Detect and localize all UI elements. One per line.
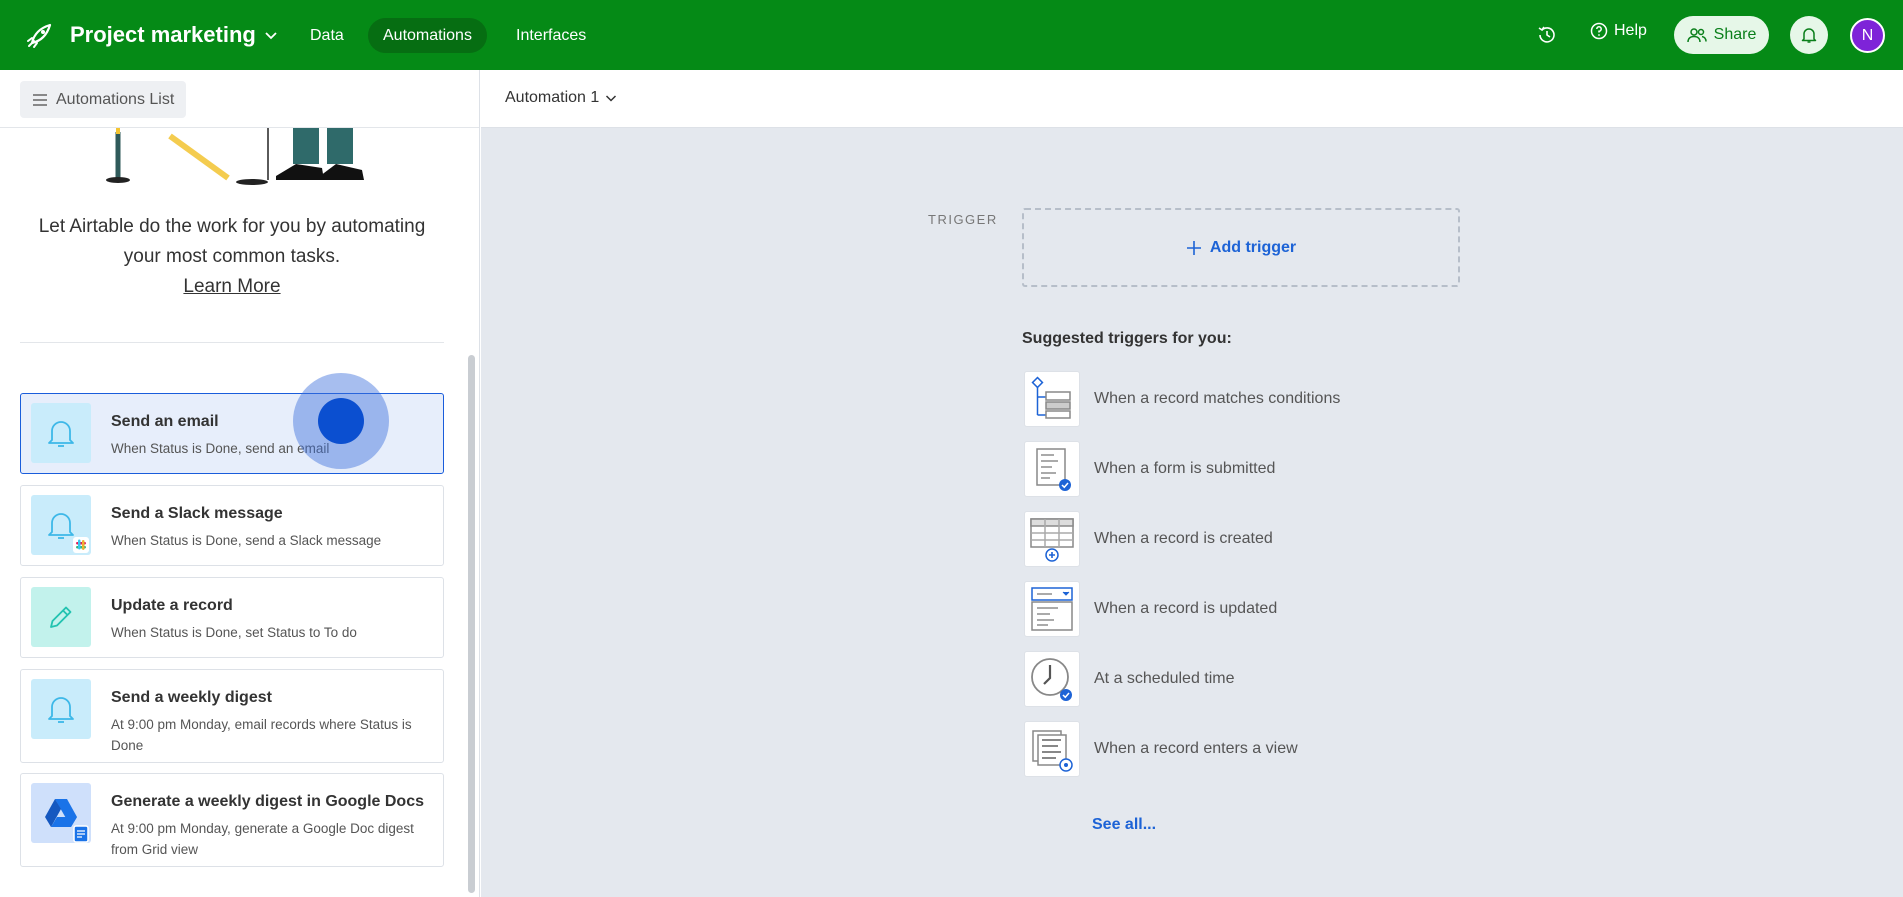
tab-interfaces[interactable]: Interfaces <box>501 18 601 53</box>
bell-icon <box>31 403 91 463</box>
hamburger-menu-icon <box>33 93 47 106</box>
see-all-link[interactable]: See all... <box>1092 816 1156 834</box>
conditions-icon <box>1024 371 1080 427</box>
card-desc: When Status is Done, send a Slack messag… <box>111 533 382 548</box>
card-desc: At 9:00 pm Monday, generate a Google Doc… <box>111 821 414 857</box>
card-title: Send a Slack message <box>111 505 283 522</box>
trigger-label: TRIGGER <box>928 212 998 227</box>
suggestion-scheduled-time[interactable]: At a scheduled time <box>1024 651 1424 707</box>
card-title: Send a weekly digest <box>111 689 272 706</box>
base-name-button[interactable]: Project marketing <box>70 22 278 48</box>
top-bar: Project marketing Data Automations Inter… <box>0 0 1903 70</box>
help-label: Help <box>1614 22 1647 39</box>
suggestion-label: When a record matches conditions <box>1094 390 1341 407</box>
suggestion-record-enters-view[interactable]: When a record enters a view <box>1024 721 1424 777</box>
card-desc: When Status is Done, send an email <box>111 441 330 456</box>
avatar[interactable]: N <box>1850 18 1885 53</box>
tab-data[interactable]: Data <box>295 18 359 53</box>
suggestion-form-submitted[interactable]: When a form is submitted <box>1024 441 1424 497</box>
chevron-down-icon <box>265 32 277 40</box>
template-card-send-email[interactable]: Send an email When Status is Done, send … <box>20 393 444 474</box>
template-card-update-record[interactable]: Update a record When Status is Done, set… <box>20 577 444 658</box>
sidebar-divider <box>20 342 444 343</box>
sidebar-scrollbar[interactable] <box>468 355 475 893</box>
automation-name-label: Automation 1 <box>505 89 600 106</box>
automation-illustration-icon <box>106 128 364 185</box>
sidebar-header: Automations List <box>0 70 479 128</box>
users-icon <box>1686 28 1707 43</box>
learn-more-link[interactable]: Learn More <box>20 272 444 302</box>
grid-add-icon <box>1024 511 1080 567</box>
add-trigger-label: Add trigger <box>1209 238 1297 256</box>
suggested-triggers-title: Suggested triggers for you: <box>1022 330 1232 347</box>
tab-automations[interactable]: Automations <box>368 18 487 53</box>
suggestion-label: When a record enters a view <box>1094 740 1298 757</box>
share-label: Share <box>1713 26 1757 43</box>
suggestion-label: When a record is updated <box>1094 600 1278 617</box>
suggestion-label: When a record is created <box>1094 530 1273 547</box>
pencil-icon <box>31 587 91 647</box>
bell-icon <box>1801 28 1817 43</box>
card-desc: At 9:00 pm Monday, email records where S… <box>111 717 412 753</box>
history-icon[interactable] <box>1535 23 1559 47</box>
promo-text: Let Airtable do the work for you by auto… <box>38 216 426 267</box>
suggestion-label: At a scheduled time <box>1094 670 1235 687</box>
add-trigger-button[interactable]: Add trigger <box>1022 208 1460 287</box>
suggestion-label: When a form is submitted <box>1094 460 1276 477</box>
suggestion-record-matches-conditions[interactable]: When a record matches conditions <box>1024 371 1424 427</box>
automations-list-button[interactable]: Automations List <box>20 81 187 118</box>
bell-icon <box>31 679 91 739</box>
template-card-google-docs-digest[interactable]: Generate a weekly digest in Google Docs … <box>20 773 444 867</box>
notifications-button[interactable] <box>1790 16 1828 54</box>
promo-block: Let Airtable do the work for you by auto… <box>20 212 444 302</box>
share-button[interactable]: Share <box>1674 16 1769 54</box>
automation-canvas: TRIGGER Add trigger Suggested triggers f… <box>481 128 1903 897</box>
view-icon <box>1024 721 1080 777</box>
template-card-send-slack[interactable]: Send a Slack message When Status is Done… <box>20 485 444 566</box>
base-name-label: Project marketing <box>70 22 256 47</box>
clock-icon <box>1024 651 1080 707</box>
google-drive-icon <box>31 783 91 843</box>
card-title: Generate a weekly digest in Google Docs <box>111 793 424 810</box>
plus-icon <box>1186 240 1201 255</box>
chevron-down-icon <box>606 95 617 102</box>
suggestion-record-created[interactable]: When a record is created <box>1024 511 1424 567</box>
form-icon <box>1024 441 1080 497</box>
question-circle-icon <box>1590 22 1608 40</box>
automations-list-label: Automations List <box>56 90 175 108</box>
record-update-icon <box>1024 581 1080 637</box>
help-button[interactable]: Help <box>1590 22 1647 40</box>
card-title: Update a record <box>111 597 233 614</box>
template-card-weekly-digest[interactable]: Send a weekly digest At 9:00 pm Monday, … <box>20 669 444 763</box>
rocket-logo-icon[interactable] <box>24 19 56 51</box>
card-title: Send an email <box>111 413 219 430</box>
bell-slack-icon <box>31 495 91 555</box>
card-desc: When Status is Done, set Status to To do <box>111 625 357 640</box>
automation-name-dropdown[interactable]: Automation 1 <box>505 89 617 107</box>
automation-header: Automation 1 <box>481 70 1903 128</box>
suggestion-record-updated[interactable]: When a record is updated <box>1024 581 1424 637</box>
